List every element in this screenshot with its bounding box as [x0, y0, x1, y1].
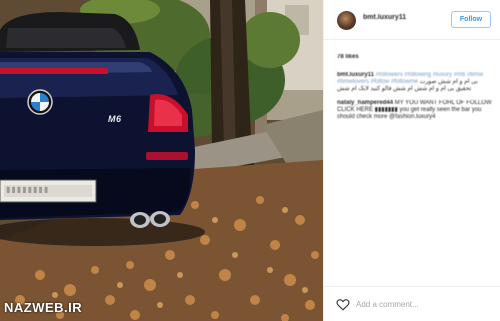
comment: nataly_hampered44 MY YOU WANT FOHL OF FO…: [337, 100, 493, 122]
follow-button[interactable]: Follow: [451, 11, 491, 28]
heart-outline-icon[interactable]: [336, 298, 350, 311]
post-photo[interactable]: M6 ▮▮▮▮▮▮▮▮ NAZWEB.IR: [0, 0, 323, 321]
car-model-badge: M6: [108, 114, 122, 124]
comment-username[interactable]: nataly_hampered44: [337, 100, 393, 106]
likes-count[interactable]: 78 likes: [337, 54, 359, 60]
license-plate: ▮▮▮▮▮▮▮▮: [6, 185, 50, 194]
comment-bar: Add a comment...: [324, 286, 500, 321]
photo-scene: [0, 0, 323, 321]
watermark: NAZWEB.IR: [4, 300, 83, 315]
comment-input[interactable]: Add a comment...: [356, 300, 419, 309]
post-header: bmt.luxury11 Follow: [324, 0, 500, 40]
username[interactable]: bmt.luxury11: [363, 14, 406, 21]
post-sidebar: bmt.luxury11 Follow 78 likes bmt.luxury1…: [323, 0, 500, 321]
avatar[interactable]: [337, 11, 356, 30]
comment: bmt.luxury11 #followers #following #luxu…: [337, 72, 493, 94]
comment-username[interactable]: bmt.luxury11: [337, 72, 374, 78]
bmw-roundel-icon: [27, 89, 53, 115]
comments-list: bmt.luxury11 #followers #following #luxu…: [337, 72, 493, 127]
